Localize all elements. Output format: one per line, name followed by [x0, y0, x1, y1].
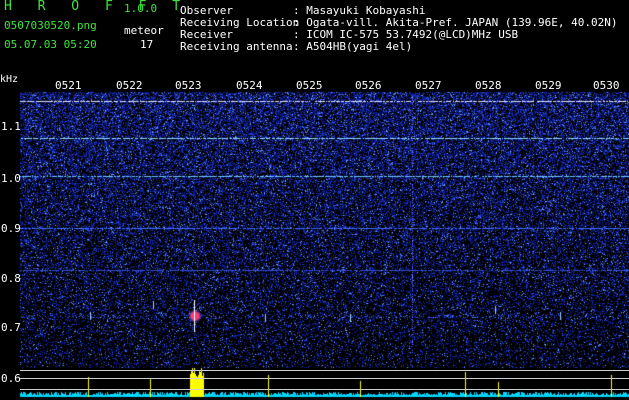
time-tick-label: 0521: [55, 79, 82, 92]
app-version: 1.0.0: [124, 2, 158, 15]
freq-tick-label: 1.0: [1, 172, 21, 185]
spectrogram-canvas: [0, 0, 629, 400]
freq-tick-label: 0.8: [1, 272, 21, 285]
info-label-antenna: Receiving antenna: [180, 40, 293, 53]
time-tick-label: 0530: [593, 79, 620, 92]
freq-tick-label: 0.9: [1, 222, 21, 235]
time-tick-label: 0522: [116, 79, 143, 92]
meteor-label: meteor: [124, 24, 164, 37]
time-tick-label: 0523: [175, 79, 202, 92]
freq-tick-label: 1.1: [1, 120, 21, 133]
app-title: H R O F F T: [4, 0, 190, 14]
level-guide-line: [20, 378, 629, 379]
time-tick-label: 0524: [236, 79, 263, 92]
freq-tick-label: 0.6: [1, 372, 21, 385]
filename: 0507030520.png: [4, 19, 97, 32]
timestamp: 05.07.03 05:20: [4, 38, 97, 51]
level-guide-line: [20, 389, 629, 390]
level-guide-line: [20, 370, 629, 371]
freq-unit-label: kHz: [0, 74, 19, 85]
meteor-count: 17: [140, 38, 154, 51]
info-value-antenna: : A504HB(yagi 4el): [293, 40, 413, 53]
freq-tick-label: 0.7: [1, 321, 21, 334]
time-tick-label: 0528: [475, 79, 502, 92]
time-tick-label: 0529: [535, 79, 562, 92]
time-tick-label: 0525: [296, 79, 323, 92]
time-tick-label: 0526: [355, 79, 382, 92]
time-tick-label: 0527: [415, 79, 442, 92]
